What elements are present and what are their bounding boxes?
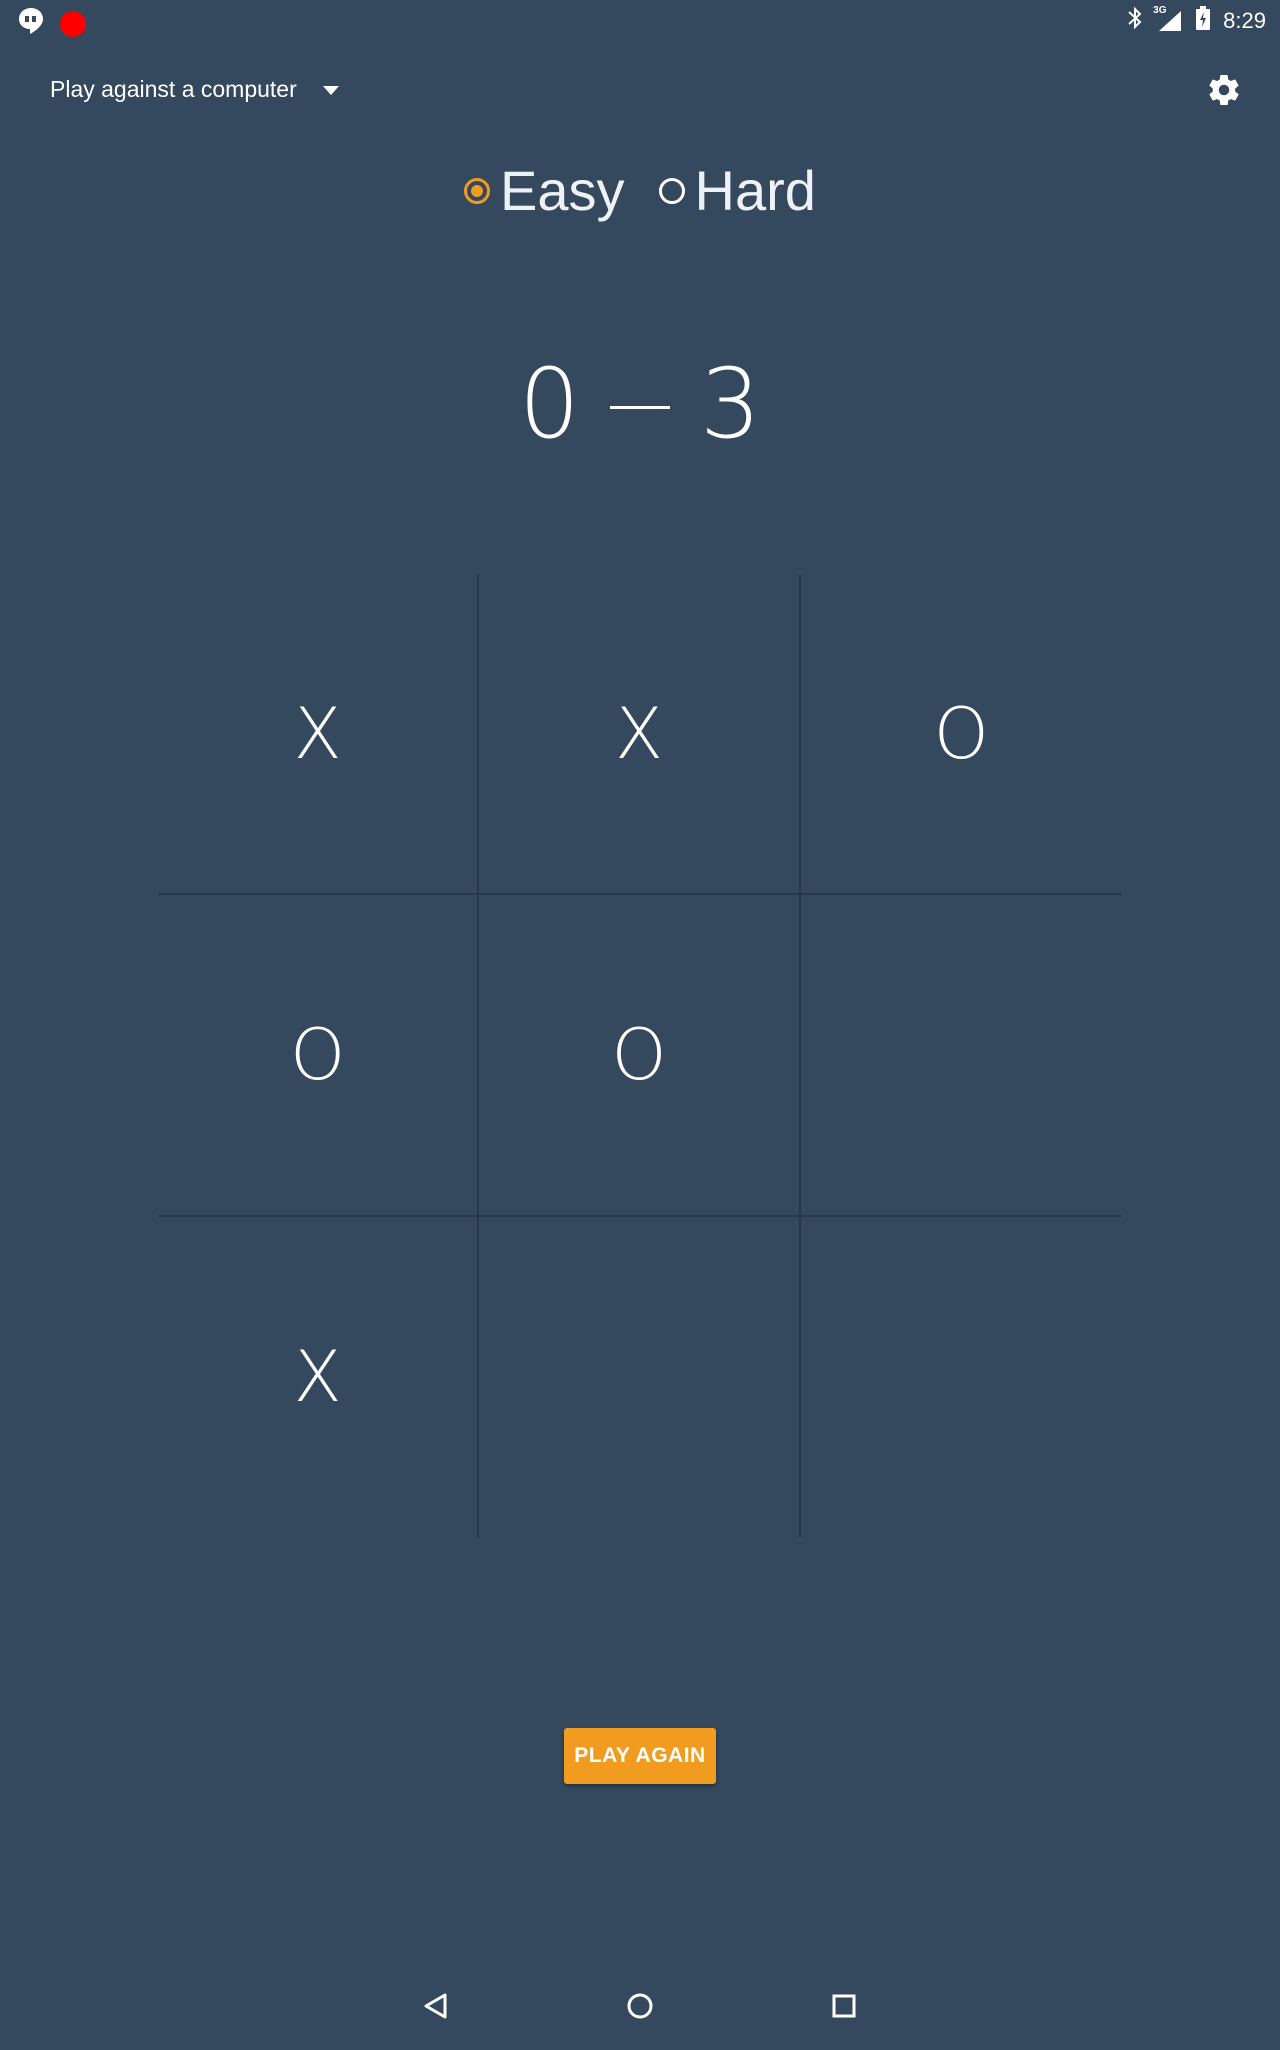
board-cell[interactable] <box>801 1217 1122 1538</box>
status-left <box>16 6 86 41</box>
settings-button[interactable] <box>1202 70 1246 114</box>
board-cell[interactable]: O <box>158 895 480 1217</box>
signal-icon: 3G <box>1153 5 1183 33</box>
board-cell[interactable]: O <box>479 895 801 1217</box>
dropdown-arrow-icon <box>322 86 339 95</box>
status-bar: 3G 8:29 <box>0 0 1280 42</box>
recents-button[interactable] <box>816 1980 872 2036</box>
radio-hard[interactable]: Hard <box>658 158 816 223</box>
radio-easy-indicator <box>464 177 491 204</box>
home-button[interactable] <box>612 1980 668 2036</box>
screen: 3G 8:29 Play against a computer Easy Har… <box>0 0 1280 2050</box>
radio-hard-indicator <box>658 177 685 204</box>
gear-icon <box>1206 72 1242 113</box>
record-icon <box>60 10 86 37</box>
scoreboard: 0 3 <box>0 348 1280 460</box>
board-cell[interactable]: X <box>158 574 480 896</box>
play-again-button[interactable]: PLAY AGAIN <box>564 1728 716 1784</box>
back-icon <box>420 1990 452 2027</box>
status-right: 3G 8:29 <box>1127 5 1266 36</box>
board-cell[interactable] <box>479 1216 801 1538</box>
score-right: 3 <box>700 348 762 460</box>
board-cell[interactable]: O <box>800 574 1122 896</box>
network-type-label: 3G <box>1153 5 1167 16</box>
radio-easy-label: Easy <box>500 159 625 222</box>
score-left: 0 <box>518 348 580 460</box>
difficulty-radio-group: Easy Hard <box>0 158 1280 223</box>
radio-easy[interactable]: Easy <box>464 158 625 223</box>
radio-hard-label: Hard <box>694 159 816 222</box>
mode-label: Play against a computer <box>50 76 297 102</box>
board-cell[interactable]: X <box>158 1216 480 1538</box>
navigation-bar <box>0 1968 1280 2050</box>
board-cell[interactable]: X <box>479 574 801 896</box>
game-board: X X O O O X <box>158 574 1122 1538</box>
app-bar: Play against a computer <box>0 60 1280 124</box>
mode-dropdown[interactable]: Play against a computer <box>50 76 339 103</box>
score-separator <box>610 405 670 409</box>
bluetooth-icon <box>1127 6 1143 36</box>
home-icon <box>624 1990 656 2027</box>
back-button[interactable] <box>408 1980 464 2036</box>
clock: 8:29 <box>1223 8 1266 33</box>
battery-icon <box>1195 6 1211 36</box>
board-cell[interactable] <box>800 895 1122 1217</box>
hangouts-icon <box>16 6 46 41</box>
recents-icon <box>828 1990 860 2027</box>
